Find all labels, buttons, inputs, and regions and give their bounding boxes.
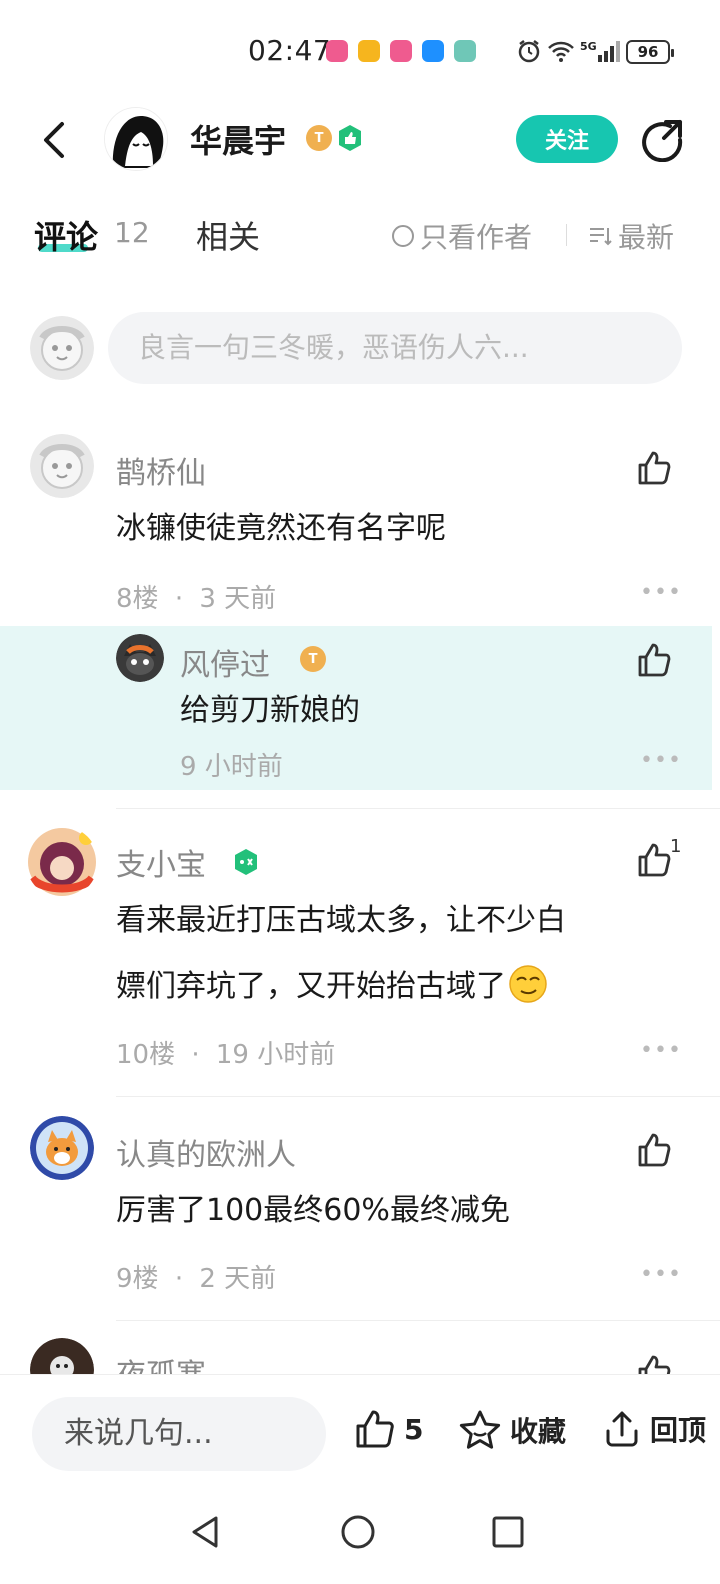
thumbs-up-icon: [356, 1410, 394, 1448]
tab-related[interactable]: 相关: [196, 212, 260, 258]
comment-input[interactable]: 良言一句三冬暖，恶语伤人六...: [108, 312, 682, 384]
floor-label: 9楼: [116, 1264, 159, 1294]
nav-recents-icon[interactable]: [488, 1512, 528, 1552]
comment-divider: [116, 1096, 720, 1097]
author-avatar[interactable]: [104, 107, 168, 171]
more-options-icon[interactable]: •••: [640, 750, 681, 772]
nav-home-icon[interactable]: [338, 1512, 378, 1552]
post-header: 华晨宇 T 关注: [0, 100, 720, 180]
more-options-icon[interactable]: •••: [640, 1040, 681, 1062]
cloud-notification-icon: [422, 40, 444, 62]
smirk-emoji-icon: [509, 965, 547, 1003]
bilibili-notification-icon: [326, 40, 348, 62]
comment-meta: 10楼 · 19 小时前: [116, 1034, 335, 1071]
alarm-icon: [518, 40, 540, 63]
my-avatar[interactable]: [30, 316, 94, 380]
thumbs-up-badge-icon: [339, 125, 361, 151]
commenter-avatar[interactable]: [30, 1116, 94, 1180]
comment-time: 19 小时前: [215, 1040, 336, 1070]
commenter-name[interactable]: 鹊桥仙: [116, 448, 206, 492]
reply-time: 9 小时前: [180, 752, 283, 782]
commenter-avatar[interactable]: [30, 434, 94, 498]
star-icon: [459, 1410, 501, 1449]
comment-text-line2: 嫖们弃坑了，又开始抬古域了: [116, 954, 548, 1020]
commenter-name[interactable]: 认真的欧洲人: [116, 1130, 296, 1174]
bottom-action-bar: 来说几句... 5 收藏 回顶: [0, 1374, 720, 1484]
level-badge: T: [306, 125, 332, 151]
sort-icon: [590, 228, 612, 246]
nav-back-icon[interactable]: [186, 1512, 226, 1552]
back-to-top-label: 回顶: [650, 1414, 707, 1447]
comment-time: 3 天前: [199, 584, 277, 614]
comment-divider: [116, 1320, 720, 1321]
comment-meta: 8楼 · 3 天前: [116, 578, 276, 615]
follow-button[interactable]: 关注: [516, 115, 618, 163]
system-status-icons: 5G: [516, 36, 623, 66]
author-name[interactable]: 华晨宇: [190, 116, 286, 162]
like-icon[interactable]: [636, 1132, 672, 1168]
meta-dot: ·: [174, 1264, 184, 1294]
tab-comments[interactable]: 评论: [34, 212, 98, 258]
comment-text: 冰镰使徒竟然还有名字呢: [116, 511, 446, 546]
level-badge: T: [300, 646, 326, 672]
sort-label: 最新: [618, 221, 675, 254]
reply-text: 给剪刀新娘的: [180, 693, 360, 728]
like-icon[interactable]: [636, 842, 672, 878]
comment-tabs: 评论 12 相关 只看作者 最新: [0, 200, 720, 270]
back-icon[interactable]: [36, 118, 76, 162]
network-type: 5G: [580, 39, 597, 53]
meta-dot: ·: [191, 1040, 200, 1070]
upload-arrow-icon: [606, 1411, 638, 1447]
radio-icon: [392, 225, 414, 247]
signal-icon: [597, 41, 620, 62]
like-icon[interactable]: [636, 642, 672, 678]
floor-label: 8楼: [116, 584, 159, 614]
meta-dot: ·: [174, 584, 184, 614]
divider: [566, 224, 567, 246]
back-to-top-button[interactable]: 回顶: [602, 1409, 706, 1449]
favorite-button[interactable]: 收藏: [458, 1409, 566, 1451]
commenter-name[interactable]: 支小宝: [116, 840, 206, 884]
comment-divider: [116, 808, 720, 809]
like-count: 5: [404, 1412, 424, 1446]
more-options-icon[interactable]: •••: [640, 582, 681, 604]
commenter-avatar[interactable]: [26, 826, 98, 898]
only-author-label: 只看作者: [420, 221, 533, 254]
vip-badge-icon: [235, 849, 257, 875]
like-icon[interactable]: [636, 450, 672, 486]
app-notification-icon: [454, 40, 476, 62]
share-icon[interactable]: [640, 118, 684, 162]
comment-text: 看来最近打压古域太多，让不少白: [116, 903, 566, 938]
sort-toggle[interactable]: 最新: [588, 216, 674, 256]
only-author-filter[interactable]: 只看作者: [392, 216, 532, 256]
comment-text: 厉害了100最终60%最终减免: [116, 1193, 510, 1228]
quick-comment-input[interactable]: 来说几句...: [32, 1397, 326, 1471]
bilibili-notification-icon: [390, 40, 412, 62]
status-bar: 02:47 5G 96: [0, 0, 720, 100]
system-nav-bar: [0, 1484, 720, 1584]
replier-avatar[interactable]: [116, 634, 164, 682]
comment-time: 2 天前: [199, 1264, 277, 1294]
battery-indicator: 96: [626, 40, 674, 64]
floor-label: 10楼: [116, 1040, 176, 1070]
like-button[interactable]: 5: [354, 1409, 423, 1449]
like-count: 1: [670, 836, 682, 857]
favorite-label: 收藏: [510, 1415, 567, 1448]
wifi-icon: [548, 41, 574, 62]
more-options-icon[interactable]: •••: [640, 1264, 681, 1286]
status-time: 02:47: [248, 34, 332, 67]
comments-count: 12: [114, 216, 150, 249]
comment-meta: 9楼 · 2 天前: [116, 1258, 276, 1295]
mail-notification-icon: [358, 40, 380, 62]
